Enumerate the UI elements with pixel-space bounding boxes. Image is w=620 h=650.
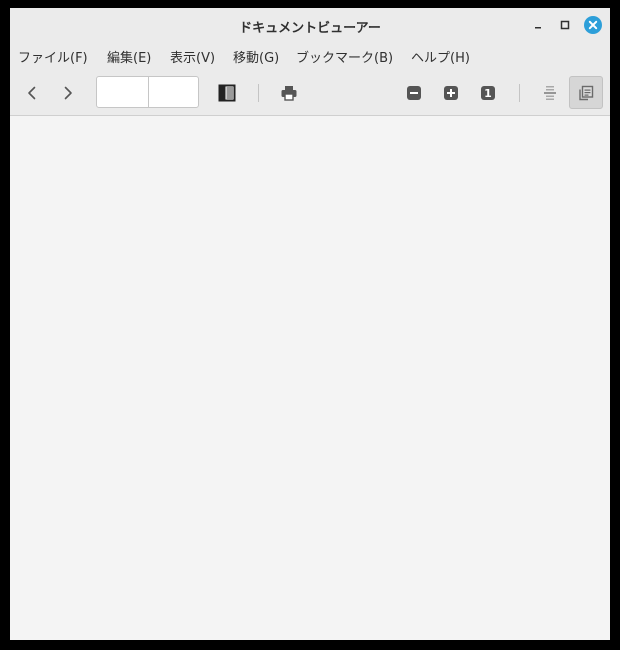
back-icon <box>28 86 36 100</box>
back-button[interactable] <box>20 81 44 105</box>
document-view-area[interactable] <box>10 116 610 640</box>
menu-bookmarks[interactable]: ブックマーク(B) <box>296 47 393 66</box>
minimize-button[interactable] <box>529 16 547 34</box>
zoom-in-button[interactable] <box>439 81 463 105</box>
dual-page-icon <box>579 85 594 100</box>
current-page-input[interactable] <box>97 77 148 107</box>
menu-bar: ファイル(F) 編集(E) 表示(V) 移動(G) ブックマーク(B) ヘルプ(… <box>10 42 610 70</box>
zoom-original-glyph: 1 <box>484 87 492 100</box>
print-icon <box>281 86 297 101</box>
forward-icon <box>64 86 72 100</box>
sidebar-icon <box>218 84 236 102</box>
menu-help[interactable]: ヘルプ(H) <box>411 47 470 66</box>
document-viewer-window: ドキュメントビューアー ファイル(F) 編集(E) 表示(V) 移動(G) ブッ… <box>10 8 610 640</box>
menu-go[interactable]: 移動(G) <box>233 47 279 66</box>
sidebar-toggle-button[interactable] <box>215 81 239 105</box>
maximize-icon <box>560 20 570 30</box>
dual-page-toggle-button[interactable] <box>569 76 603 109</box>
toolbar: 1 <box>10 70 610 116</box>
window-title: ドキュメントビューアー <box>239 21 381 36</box>
close-icon <box>584 16 602 34</box>
menu-edit[interactable]: 編集(E) <box>107 47 151 66</box>
maximize-button[interactable] <box>556 16 574 34</box>
continuous-toggle-button[interactable] <box>538 81 562 105</box>
toolbar-separator <box>519 84 520 102</box>
zoom-out-icon <box>407 86 421 100</box>
zoom-original-button[interactable]: 1 <box>476 81 500 105</box>
toolbar-separator <box>258 84 259 102</box>
menu-file[interactable]: ファイル(F) <box>18 47 88 66</box>
page-selector <box>96 76 199 108</box>
zoom-out-button[interactable] <box>402 81 426 105</box>
close-button[interactable] <box>584 16 602 34</box>
zoom-in-icon <box>444 86 458 100</box>
total-pages-field <box>149 77 199 107</box>
forward-button[interactable] <box>56 81 80 105</box>
continuous-icon <box>544 86 556 100</box>
title-bar[interactable]: ドキュメントビューアー <box>10 8 610 42</box>
menu-view[interactable]: 表示(V) <box>170 47 215 66</box>
print-button[interactable] <box>277 81 301 105</box>
zoom-original-icon: 1 <box>481 86 495 100</box>
minimize-icon <box>535 27 541 29</box>
